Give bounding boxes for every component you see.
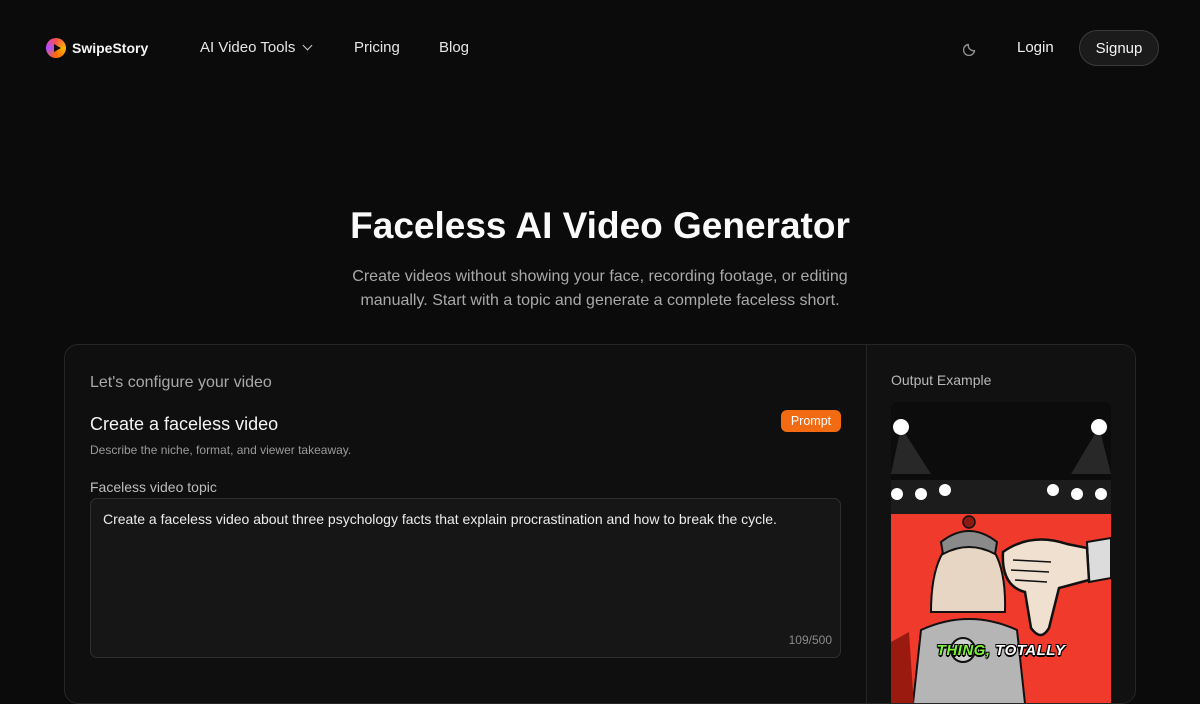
output-example-video[interactable]: THING, TOTALLY (891, 402, 1111, 703)
section-title: Create a faceless video (90, 414, 279, 434)
brand-logo[interactable]: SwipeStory (46, 37, 148, 59)
topic-textarea[interactable]: Create a faceless video about three psyc… (90, 498, 841, 658)
top-nav: SwipeStory AI Video Tools Pricing Blog L… (0, 0, 1200, 96)
brand-name: SwipeStory (72, 40, 149, 56)
caption-word-1: THING, (936, 642, 991, 659)
nav-ai-video-tools-label: AI Video Tools (200, 39, 296, 56)
dark-mode-toggle-icon[interactable] (963, 40, 979, 56)
login-link[interactable]: Login (1017, 39, 1054, 56)
config-pane: Let's configure your video Create a face… (65, 345, 866, 703)
output-example-label: Output Example (891, 372, 992, 388)
topic-textarea-value: Create a faceless video about three psyc… (103, 511, 777, 527)
character-count: 109/500 (788, 633, 832, 647)
page-title: Faceless AI Video Generator (350, 205, 850, 246)
output-pane: Output Example THING, TOTALLY (867, 345, 1135, 703)
nav-ai-video-tools[interactable]: AI Video Tools (200, 39, 313, 56)
signup-button[interactable]: Signup (1079, 30, 1159, 66)
caption-word-2: TOTALLY (995, 642, 1066, 659)
page-subtitle: Create videos without showing your face,… (352, 268, 848, 309)
prompt-badge: Prompt (781, 410, 841, 432)
config-heading: Let's configure your video (90, 374, 272, 391)
video-caption: THING, TOTALLY (891, 642, 1111, 659)
nav-blog[interactable]: Blog (439, 39, 469, 56)
chevron-down-icon (302, 40, 313, 51)
nav-pricing[interactable]: Pricing (354, 39, 400, 56)
topic-field-label: Faceless video topic (90, 479, 217, 495)
video-config-card: Let's configure your video Create a face… (64, 344, 1136, 704)
play-logo-icon (46, 38, 66, 58)
section-description: Describe the niche, format, and viewer t… (90, 443, 352, 457)
